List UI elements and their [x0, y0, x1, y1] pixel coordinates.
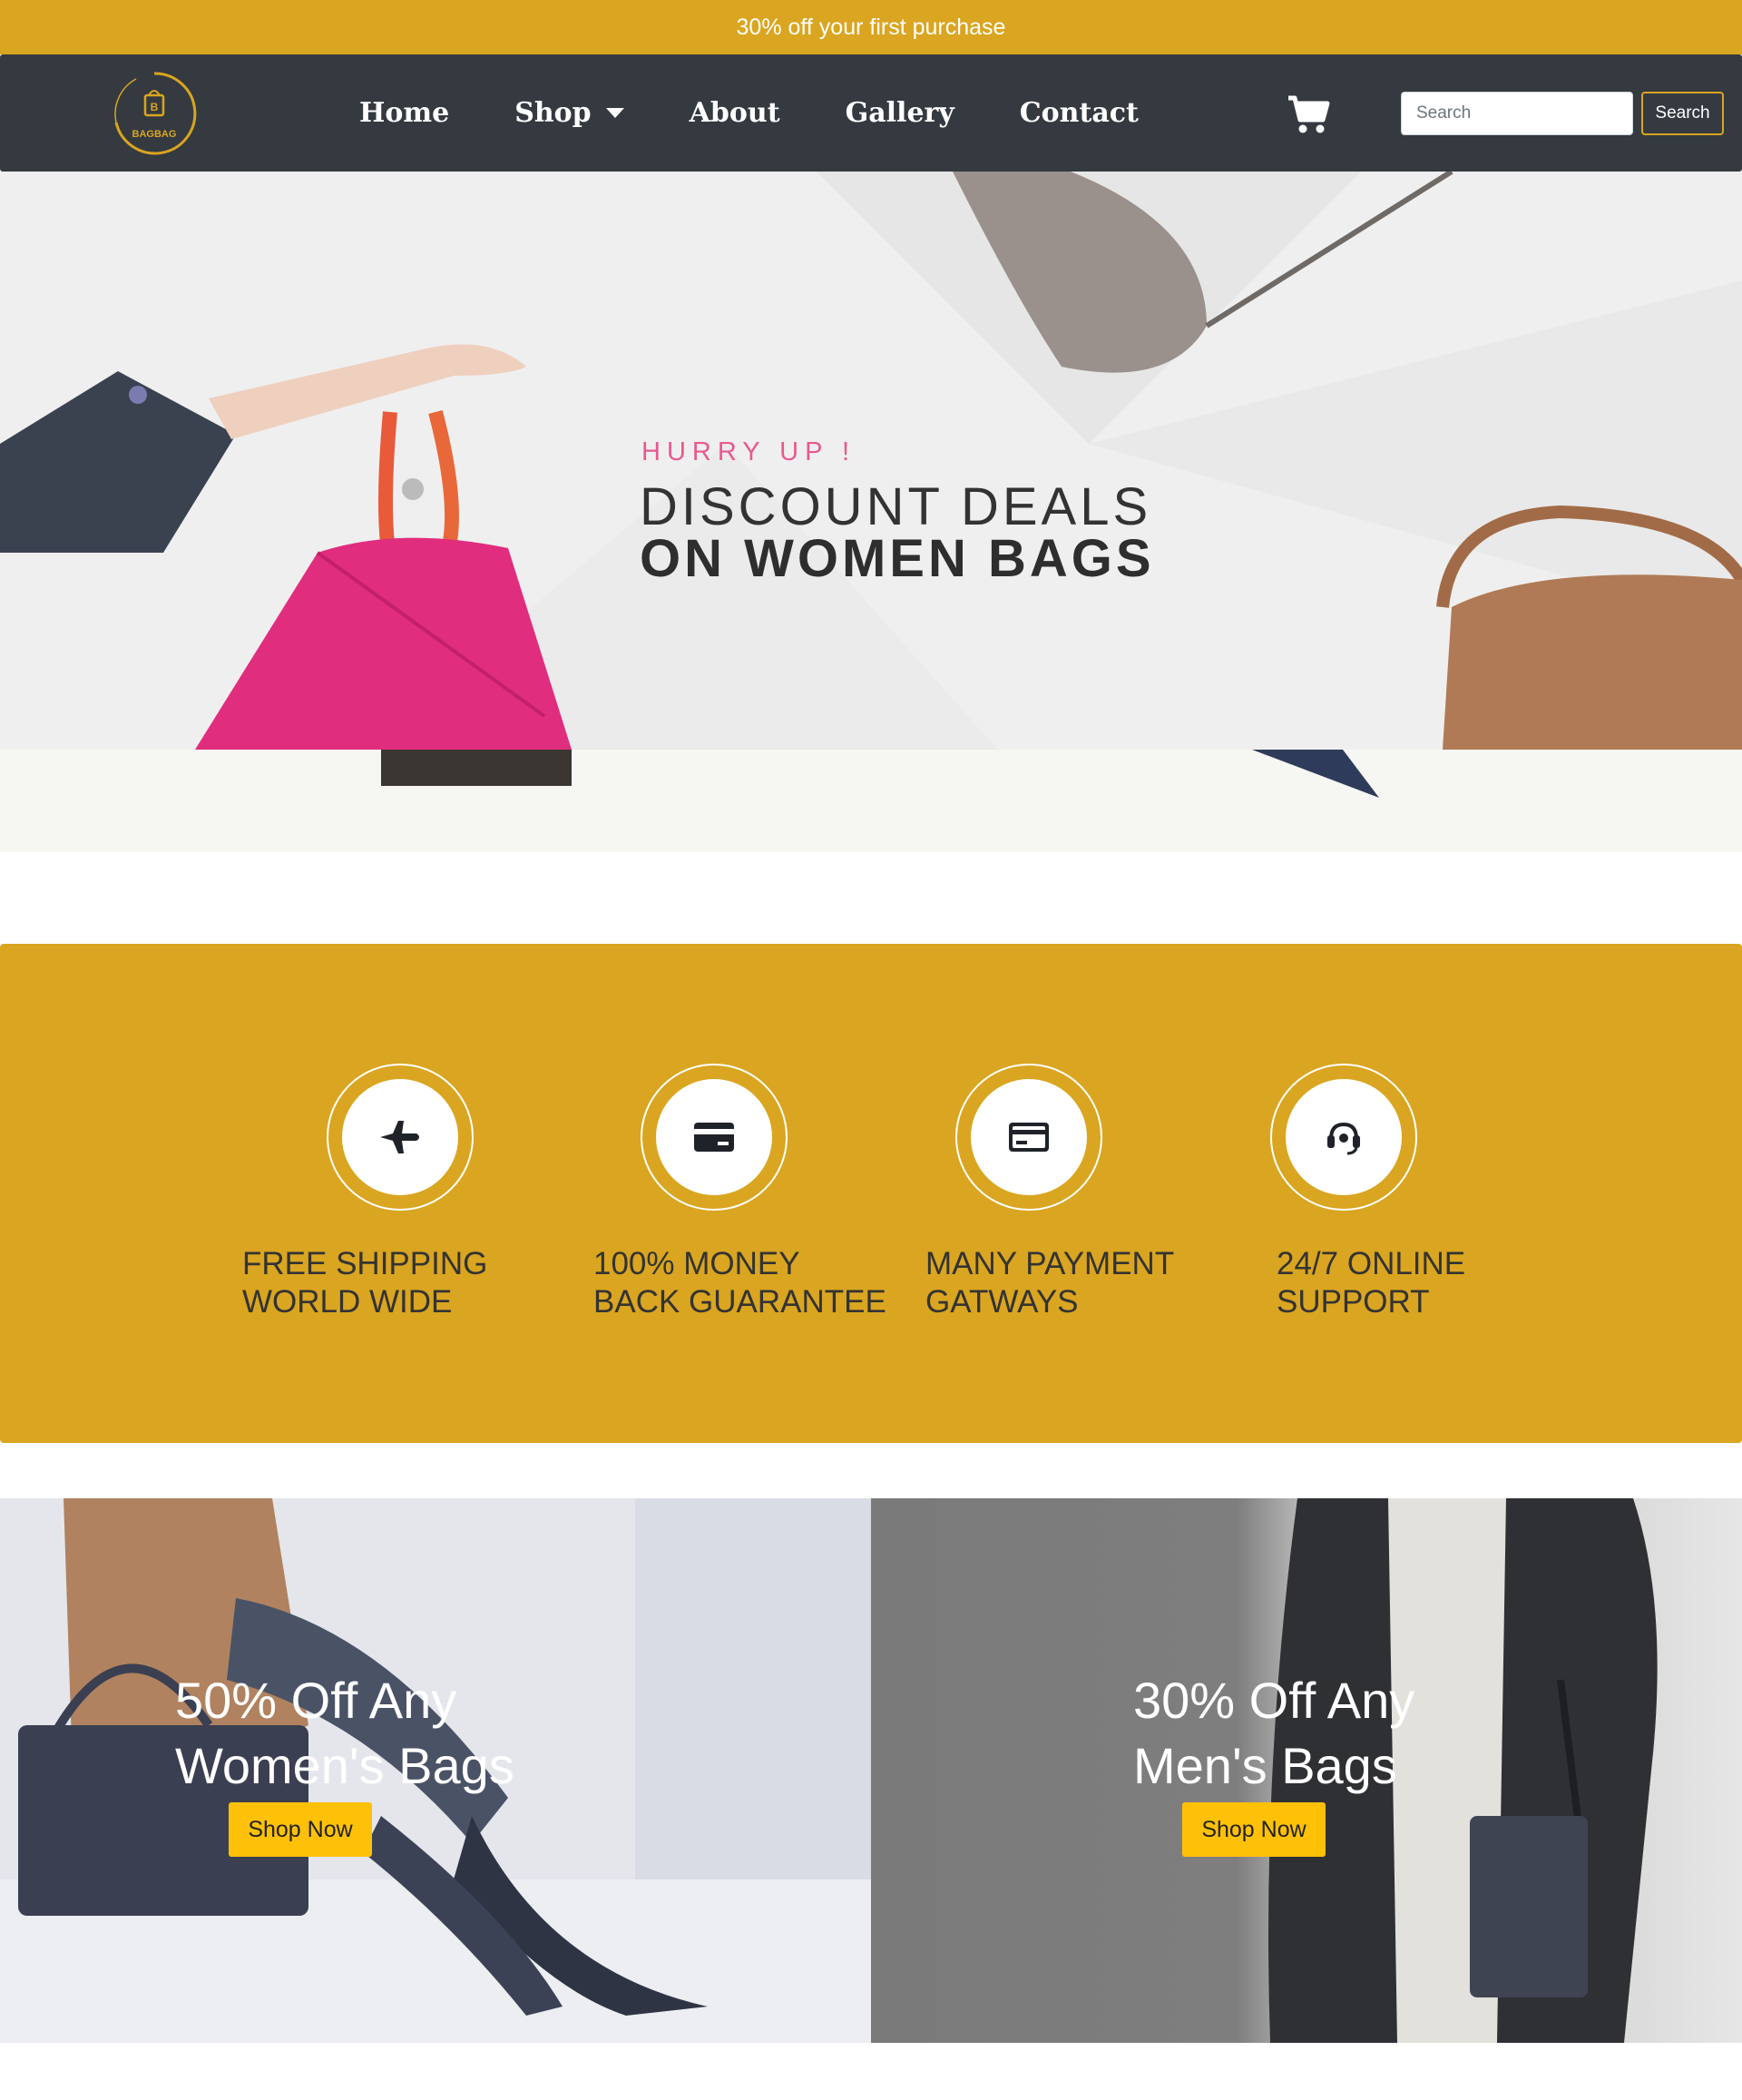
feature-line2: WORLD WIDE [242, 1284, 453, 1320]
caret-down-icon [605, 108, 624, 118]
feature-line1: 100% MONEY [593, 1246, 800, 1281]
feature-text: 100% MONEY BACK GUARANTEE [593, 1245, 902, 1321]
headset-icon [1327, 1122, 1360, 1155]
feature-line1: MANY PAYMENT [925, 1246, 1175, 1281]
logo-text: BAGBAG [132, 129, 177, 140]
svg-text:B: B [151, 101, 159, 113]
shop-now-women-button[interactable]: Shop Now [229, 1802, 372, 1857]
hero-banner: HURRY UP ! DISCOUNT DEALS ON WOMEN BAGS [0, 172, 1742, 852]
feature-line1: 24/7 ONLINE [1277, 1246, 1466, 1281]
feature-circle [971, 1079, 1087, 1195]
feature-text: MANY PAYMENT GATWAYS [925, 1245, 1234, 1321]
promo-men-line2: Men's Bags [1133, 1737, 1397, 1794]
feature-text: 24/7 ONLINE SUPPORT [1277, 1245, 1585, 1321]
hero-subheadline: ON WOMEN BAGS [640, 529, 1155, 588]
feature-ring [327, 1064, 474, 1211]
nav-contact[interactable]: Contact [1020, 97, 1139, 129]
announcement-bar: 30% off your first purchase [0, 0, 1742, 54]
search-button[interactable]: Search [1641, 92, 1724, 135]
shop-now-men-button[interactable]: Shop Now [1182, 1802, 1326, 1857]
airplane-icon [380, 1121, 419, 1153]
feature-text: FREE SHIPPING WORLD WIDE [242, 1245, 551, 1321]
credit-card-icon [694, 1123, 734, 1152]
feature-line1: FREE SHIPPING [242, 1246, 488, 1281]
promo-women: 50% Off Any Women's Bags Shop Now [0, 1498, 871, 2043]
feature-circle [656, 1079, 772, 1195]
promo-women-line2: Women's Bags [175, 1737, 514, 1794]
feature-circle [342, 1079, 458, 1195]
nav-shop[interactable]: Shop [514, 97, 624, 129]
promo-men-line1: 30% Off Any [1133, 1672, 1415, 1729]
page: 30% off your first purchase B BAGBAG Hom… [0, 0, 1742, 2100]
nav-about[interactable]: About [690, 97, 780, 129]
payment-card-icon [1009, 1123, 1049, 1152]
nav-home[interactable]: Home [359, 97, 449, 129]
hero-kicker: HURRY UP ! [641, 437, 856, 466]
feature-circle [1286, 1079, 1402, 1195]
promo-women-line1: 50% Off Any [175, 1672, 457, 1729]
feature-ring [955, 1064, 1102, 1211]
navbar: B BAGBAG Home Shop About Gallery Contact… [0, 54, 1742, 172]
promo-men-title: 30% Off Any Men's Bags [1133, 1668, 1414, 1799]
main-nav: Home Shop About Gallery Contact [327, 54, 1171, 172]
feature-ring [1270, 1064, 1417, 1211]
shopping-cart-icon[interactable] [1287, 94, 1330, 134]
search-input[interactable] [1401, 92, 1633, 135]
feature-ring [641, 1064, 788, 1211]
feature-line2: BACK GUARANTEE [593, 1284, 886, 1320]
feature-line2: SUPPORT [1277, 1284, 1430, 1320]
features-section: FREE SHIPPING WORLD WIDE 100% MONEY BACK… [0, 944, 1742, 1443]
promo-women-title: 50% Off Any Women's Bags [175, 1668, 514, 1799]
announcement-text: 30% off your first purchase [736, 14, 1006, 40]
logo-emblem: B [114, 72, 197, 155]
nav-gallery[interactable]: Gallery [846, 97, 954, 129]
feature-line2: GATWAYS [925, 1284, 1079, 1320]
promo-men: 30% Off Any Men's Bags Shop Now [871, 1498, 1742, 2043]
brand-logo[interactable]: B BAGBAG [109, 68, 200, 159]
nav-shop-label: Shop [514, 97, 592, 129]
